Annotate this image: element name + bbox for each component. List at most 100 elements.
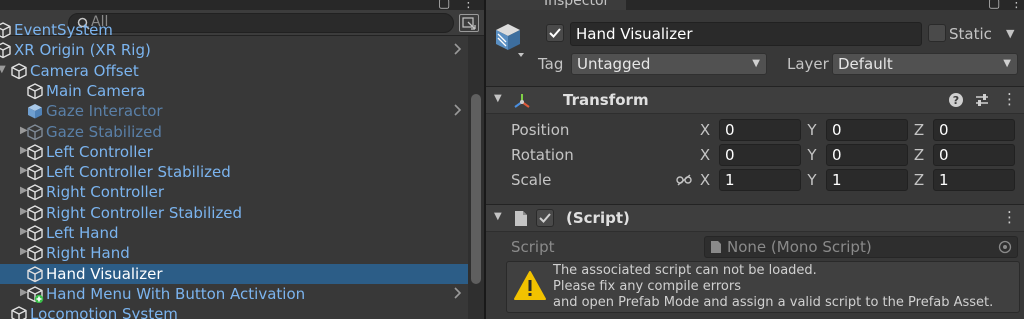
axis-label-x: X — [699, 146, 711, 164]
hierarchy-row-selected[interactable]: Hand Visualizer — [0, 263, 468, 284]
script-file-icon — [711, 241, 721, 253]
maximize-icon[interactable]: ▢ — [988, 0, 1000, 11]
static-dropdown-icon[interactable]: ▼ — [1006, 23, 1014, 45]
component-enabled-checkbox[interactable] — [536, 209, 554, 227]
hierarchy-row-label: Hand Visualizer — [46, 264, 163, 283]
component-menu-icon[interactable]: ⋮ — [1002, 90, 1017, 108]
active-checkbox[interactable] — [546, 24, 564, 42]
hierarchy-row[interactable]: XR Origin (XR Rig) — [0, 40, 468, 60]
hierarchy-row-label: Right Controller Stabilized — [46, 203, 243, 222]
script-component-header[interactable]: ▼ (Script) ⋮ — [486, 204, 1024, 232]
hierarchy-row[interactable]: Locomotion System — [0, 304, 468, 319]
inspector-tab-strip: Inspector ▢ ⋮ — [486, 0, 1024, 11]
tab-inspector[interactable]: Inspector — [486, 0, 626, 10]
tab-inspector-label: Inspector — [544, 0, 610, 9]
layer-label: Layer — [787, 55, 829, 73]
hierarchy-row[interactable]: ▶ Hand Menu With Button Activation — [0, 284, 468, 304]
rotation-y-field[interactable]: 0 — [826, 144, 908, 166]
foldout-arrow-icon[interactable]: ▼ — [494, 93, 502, 104]
hierarchy-row[interactable]: ▶ Left Hand — [0, 223, 468, 243]
cube-icon — [496, 24, 524, 57]
chevron-right-icon[interactable] — [452, 103, 462, 117]
hierarchy-scrollbar[interactable] — [468, 36, 484, 319]
component-menu-icon[interactable]: ⋮ — [1002, 208, 1017, 226]
hierarchy-panel: ▢ ⋮ All EventSystem XR Origin (XR Rig) ▼ Ca… — [0, 0, 484, 319]
hierarchy-row-label: Right Hand — [46, 244, 130, 263]
hierarchy-row[interactable]: ▶ Right Hand — [0, 243, 468, 263]
object-picker-icon[interactable] — [998, 240, 1012, 254]
hierarchy-row[interactable]: ▶ Left Controller Stabilized — [0, 162, 468, 182]
hierarchy-row-label: Left Hand — [46, 224, 119, 242]
position-z-field[interactable]: 0 — [933, 119, 1015, 141]
foldout-arrow-icon[interactable]: ▼ — [494, 211, 502, 222]
scrollbar-thumb[interactable] — [471, 94, 481, 284]
hierarchy-row-label: Gaze Stabilized — [46, 122, 162, 141]
transform-header[interactable]: ▼ Transform ? ⋮ — [486, 86, 1024, 114]
scale-z-field[interactable]: 1 — [933, 169, 1015, 191]
svg-text:?: ? — [953, 94, 959, 107]
gameobject-cube-icon — [27, 204, 43, 221]
chevron-right-icon[interactable] — [452, 286, 462, 300]
gameobject-cube-icon — [27, 144, 43, 160]
transform-property-label: Rotation — [511, 146, 574, 164]
gameobject-cube-icon — [27, 225, 43, 242]
hierarchy-row-label: Gaze Interactor — [46, 102, 163, 121]
axis-label-y: Y — [807, 171, 817, 189]
tag-dropdown[interactable]: Untagged ▼ — [571, 53, 767, 75]
transform-property-label: Scale — [511, 171, 552, 189]
script-field-value: None (Mono Script) — [727, 238, 872, 256]
warning-message: The associated script can not be loaded.… — [553, 263, 993, 311]
checkmark-icon — [549, 28, 561, 38]
gameobject-cube-icon — [0, 22, 11, 39]
hierarchy-row[interactable]: Main Camera — [0, 81, 468, 101]
gameobject-cube-icon — [27, 83, 43, 100]
hierarchy-row[interactable]: ▶ Gaze Stabilized — [0, 122, 468, 142]
foldout-expanded-icon[interactable]: ▼ — [0, 63, 10, 77]
hierarchy-row-label: Left Controller Stabilized — [46, 163, 231, 182]
chevron-down-icon: ▼ — [752, 58, 760, 69]
warning-icon — [514, 271, 546, 300]
gameobject-cube-icon — [0, 42, 11, 59]
help-icon[interactable]: ? — [948, 92, 964, 108]
gameobject-cube-icon — [11, 62, 27, 79]
more-menu-icon[interactable]: ⋮ — [1010, 0, 1023, 11]
gameobject-cube-icon — [27, 265, 43, 282]
layer-dropdown[interactable]: Default ▼ — [832, 53, 1018, 75]
hierarchy-row[interactable]: EventSystem — [0, 20, 468, 40]
scale-x-field[interactable]: 1 — [719, 169, 801, 191]
gameobject-cube-icon — [27, 286, 44, 303]
hierarchy-row[interactable]: Gaze Interactor — [0, 101, 468, 121]
axis-label-x: X — [699, 171, 711, 189]
script-component-title: (Script) — [566, 209, 630, 227]
hierarchy-row[interactable]: ▶ Right Controller Stabilized — [0, 203, 468, 223]
script-field-label: Script — [511, 238, 555, 256]
warning-line: Please fix any compile errors — [553, 279, 741, 294]
gameobject-cube-icon — [27, 164, 43, 181]
axis-label-x: X — [699, 121, 711, 139]
hierarchy-row[interactable]: ▶ Right Controller — [0, 182, 468, 202]
gameobject-icon[interactable] — [494, 22, 528, 58]
chevron-right-icon[interactable] — [452, 42, 462, 56]
rotation-z-field[interactable]: 0 — [933, 144, 1015, 166]
hierarchy-tab-strip: ▢ ⋮ — [0, 0, 484, 11]
warning-line: and open Prefab Mode and assign a valid … — [553, 295, 994, 310]
scale-y-field[interactable]: 1 — [826, 169, 908, 191]
object-name-field[interactable]: Hand Visualizer — [570, 22, 922, 46]
gameobject-cube-icon — [28, 104, 42, 119]
position-x-field[interactable]: 0 — [719, 119, 801, 141]
hierarchy-row[interactable]: ▶ Left Controller — [0, 142, 468, 162]
tag-label: Tag — [538, 55, 564, 73]
script-object-field[interactable]: None (Mono Script) — [704, 236, 1018, 258]
static-checkbox[interactable] — [928, 24, 946, 42]
hierarchy-row-label: Camera Offset — [30, 61, 139, 80]
axis-label-z: Z — [913, 171, 925, 189]
hierarchy-row[interactable]: ▼ Camera Offset — [0, 61, 468, 81]
hierarchy-row-label: Right Controller — [46, 183, 165, 202]
axis-label-y: Y — [807, 146, 817, 164]
tag-value: Untagged — [577, 55, 651, 73]
position-y-field[interactable]: 0 — [826, 119, 908, 141]
hierarchy-row-label: Left Controller — [46, 142, 153, 161]
rotation-x-field[interactable]: 0 — [719, 144, 801, 166]
presets-icon[interactable] — [974, 92, 990, 108]
constrain-proportions-icon[interactable] — [676, 174, 692, 186]
